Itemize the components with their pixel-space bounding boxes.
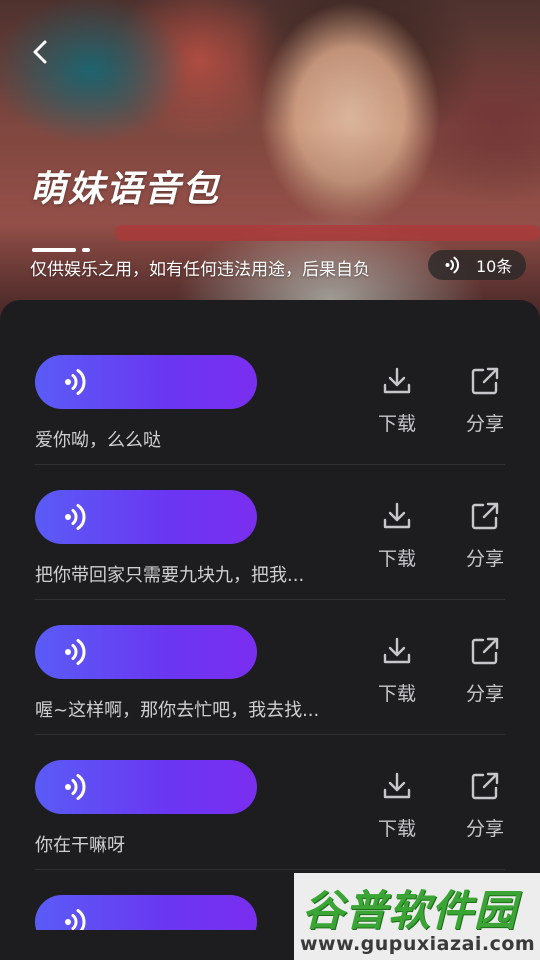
list-item: 爱你呦，么么哒 下载 分享 [35, 300, 505, 465]
list-item: 把你带回家只需要九块九，把我... 下载 分享 [35, 435, 505, 600]
play-button[interactable] [35, 625, 257, 679]
download-button[interactable]: 下载 [371, 635, 423, 706]
download-icon [383, 502, 411, 529]
sound-wave-icon [65, 639, 86, 665]
sound-wave-icon [65, 774, 86, 800]
item-count: 10条 [476, 257, 513, 276]
download-label: 下载 [377, 683, 416, 705]
download-icon [383, 772, 411, 799]
play-button[interactable] [35, 490, 257, 544]
share-label: 分享 [465, 413, 504, 435]
list-item: 你在干嘛呀 下载 分享 [35, 705, 505, 870]
item-count-badge: 10条 [428, 250, 526, 280]
share-button[interactable]: 分享 [459, 500, 511, 571]
download-label: 下载 [377, 413, 416, 435]
watermark-url: www.gupuxiazai.com [300, 933, 536, 955]
share-label: 分享 [465, 548, 504, 570]
sound-wave-icon [65, 909, 86, 930]
share-button[interactable]: 分享 [459, 365, 511, 436]
sound-wave-icon [445, 256, 459, 274]
chevron-left-icon [33, 40, 47, 64]
play-button[interactable] [35, 895, 257, 930]
voice-list[interactable]: 爱你呦，么么哒 下载 分享 把你带回家只需要九块九，把我... 下载 分享 喔~… [0, 300, 540, 930]
share-label: 分享 [465, 818, 504, 840]
sound-wave-icon [65, 369, 86, 395]
download-icon [383, 637, 411, 664]
disclaimer-text: 仅供娱乐之用，如有任何违法用途，后果自负 [30, 260, 370, 280]
download-button[interactable]: 下载 [371, 365, 423, 436]
share-button[interactable]: 分享 [459, 770, 511, 841]
watermark-brand: 谷普软件园 [302, 886, 518, 935]
list-item: 喔~这样啊，那你去忙吧，我去找... 下载 分享 [35, 570, 505, 735]
share-button[interactable]: 分享 [459, 635, 511, 706]
external-share-icon [471, 367, 499, 395]
share-label: 分享 [465, 683, 504, 705]
external-share-icon [471, 502, 499, 530]
header-banner: 萌妹语音包 仅供娱乐之用，如有任何违法用途，后果自负 10条 [0, 0, 540, 320]
download-icon [383, 367, 411, 394]
site-watermark: 谷普软件园 www.gupuxiazai.com [294, 873, 540, 960]
download-label: 下载 [377, 818, 416, 840]
play-button[interactable] [35, 355, 257, 409]
download-label: 下载 [377, 548, 416, 570]
external-share-icon [471, 772, 499, 800]
download-button[interactable]: 下载 [371, 500, 423, 571]
back-button[interactable] [24, 34, 56, 70]
download-button[interactable]: 下载 [371, 770, 423, 841]
page-title: 萌妹语音包 [30, 169, 221, 210]
title-underline [32, 248, 92, 254]
sound-wave-icon [65, 504, 86, 530]
play-button[interactable] [35, 760, 257, 814]
external-share-icon [471, 637, 499, 665]
